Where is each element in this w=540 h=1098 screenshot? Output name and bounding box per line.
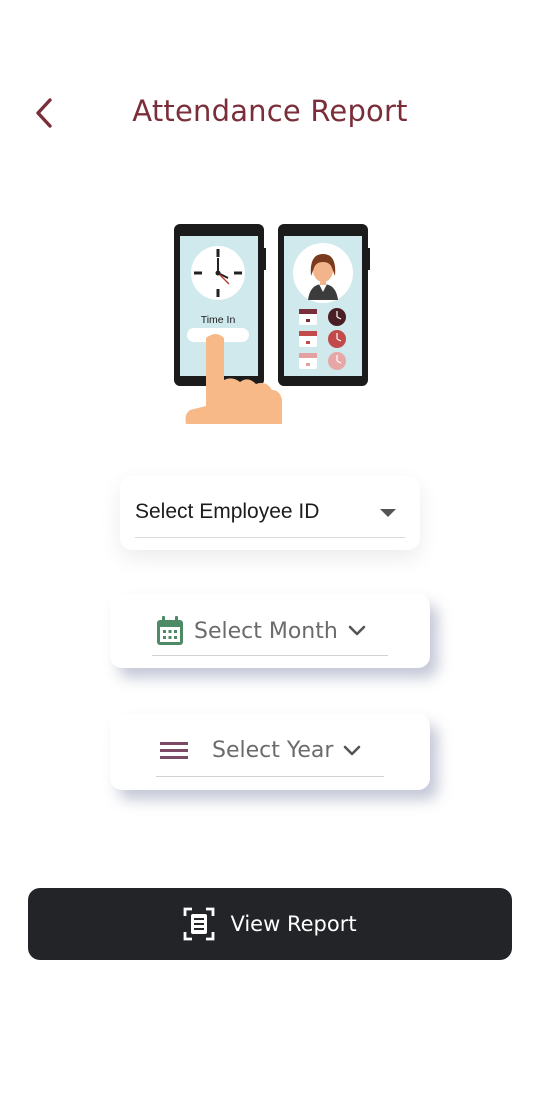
month-underline (152, 655, 388, 656)
month-dropdown[interactable]: Select Month (110, 594, 430, 668)
app-header: Attendance Report (0, 0, 540, 170)
calendar-icon (157, 616, 183, 645)
year-select-row: Select Year (160, 738, 361, 763)
attendance-illustration: Time In (170, 218, 376, 428)
employee-id-underline (135, 537, 405, 538)
chevron-down-icon (343, 745, 361, 757)
list-lines-icon (160, 741, 188, 759)
year-underline (156, 776, 384, 777)
month-select-row: Select Month (156, 616, 366, 646)
view-report-label: View Report (230, 912, 357, 936)
employee-id-label: Select Employee ID (135, 500, 320, 523)
month-select-label: Select Month (194, 618, 338, 644)
year-dropdown[interactable]: Select Year (110, 714, 430, 790)
employee-id-dropdown[interactable]: Select Employee ID (120, 476, 420, 550)
chevron-down-icon (348, 625, 366, 637)
caret-down-icon (380, 509, 396, 517)
view-report-button[interactable]: View Report (28, 888, 512, 960)
year-select-label: Select Year (212, 738, 334, 763)
time-in-text: Time In (201, 314, 236, 326)
document-scan-icon (184, 907, 215, 941)
page-title: Attendance Report (132, 94, 408, 128)
